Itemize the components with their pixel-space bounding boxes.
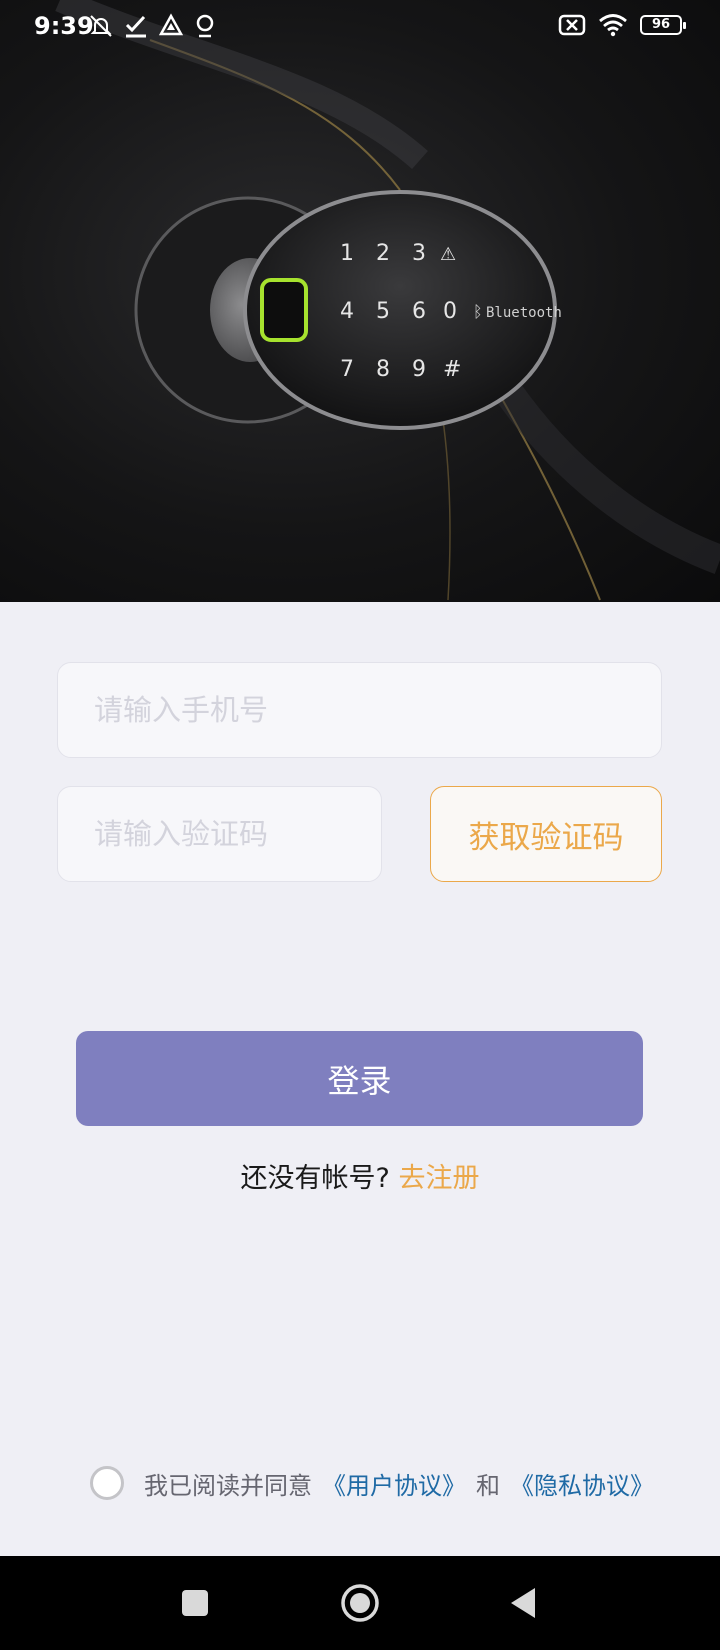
verification-code-field[interactable] [57,786,382,882]
key-3: 3 [412,241,426,266]
recents-button[interactable] [150,1556,240,1650]
status-icons-right: 96 [558,13,686,37]
phone-field[interactable] [57,662,662,758]
key-7: 7 [340,357,354,382]
home-button[interactable] [315,1556,405,1650]
system-nav-bar [0,1556,720,1650]
key-2: 2 [376,241,390,266]
register-prompt: 还没有帐号? [240,1163,390,1194]
agreement-conjunction: 和 [476,1471,500,1500]
smart-lock-illustration: 1 2 3 ⚠ 4 5 6 0 7 8 9 # ᛒ Bluetooth [55,0,720,601]
home-circle-icon [341,1584,379,1622]
hero-banner: 1 2 3 ⚠ 4 5 6 0 7 8 9 # ᛒ Bluetooth [0,0,720,602]
status-bar: 9:39 96 [0,0,720,54]
register-line: 还没有帐号? 去注册 [0,1156,720,1195]
login-screen: 1 2 3 ⚠ 4 5 6 0 7 8 9 # ᛒ Bluetooth 9:39 [0,0,720,1650]
get-code-button[interactable]: 获取验证码 [430,786,662,882]
wifi-icon [599,14,627,37]
back-triangle-icon [511,1588,535,1618]
svg-text:ᛒ: ᛒ [473,302,483,321]
agreement-row: 我已阅读并同意 《用户协议》 和 《隐私协议》 [90,1462,664,1504]
phone-input[interactable] [58,663,661,757]
key-1: 1 [340,241,354,266]
key-0: 0 [443,299,457,324]
drive-icon [158,13,184,36]
user-agreement-link[interactable]: 《用户协议》 [322,1466,466,1501]
status-icons-left [88,13,216,39]
key-9: 9 [412,357,426,382]
register-link[interactable]: 去注册 [398,1163,479,1194]
key-alarm: ⚠ [440,244,456,265]
recents-square-icon [182,1590,208,1616]
key-4: 4 [340,299,354,324]
key-8: 8 [376,357,390,382]
mute-icon [90,15,112,37]
agree-radio[interactable] [90,1466,124,1500]
back-button[interactable] [478,1556,568,1650]
agreement-prefix: 我已阅读并同意 [144,1471,312,1500]
location-icon [196,14,214,38]
key-hash: # [443,357,461,382]
sim-off-icon [558,14,586,36]
key-6: 6 [412,299,426,324]
key-5: 5 [376,299,390,324]
status-time: 9:39 [34,12,94,40]
verification-code-input[interactable] [58,787,381,881]
check-icon [125,15,146,38]
battery-icon: 96 [640,15,686,35]
privacy-agreement-link[interactable]: 《隐私协议》 [510,1466,654,1501]
bluetooth-label: Bluetooth [486,305,562,321]
login-button[interactable]: 登录 [76,1031,643,1126]
